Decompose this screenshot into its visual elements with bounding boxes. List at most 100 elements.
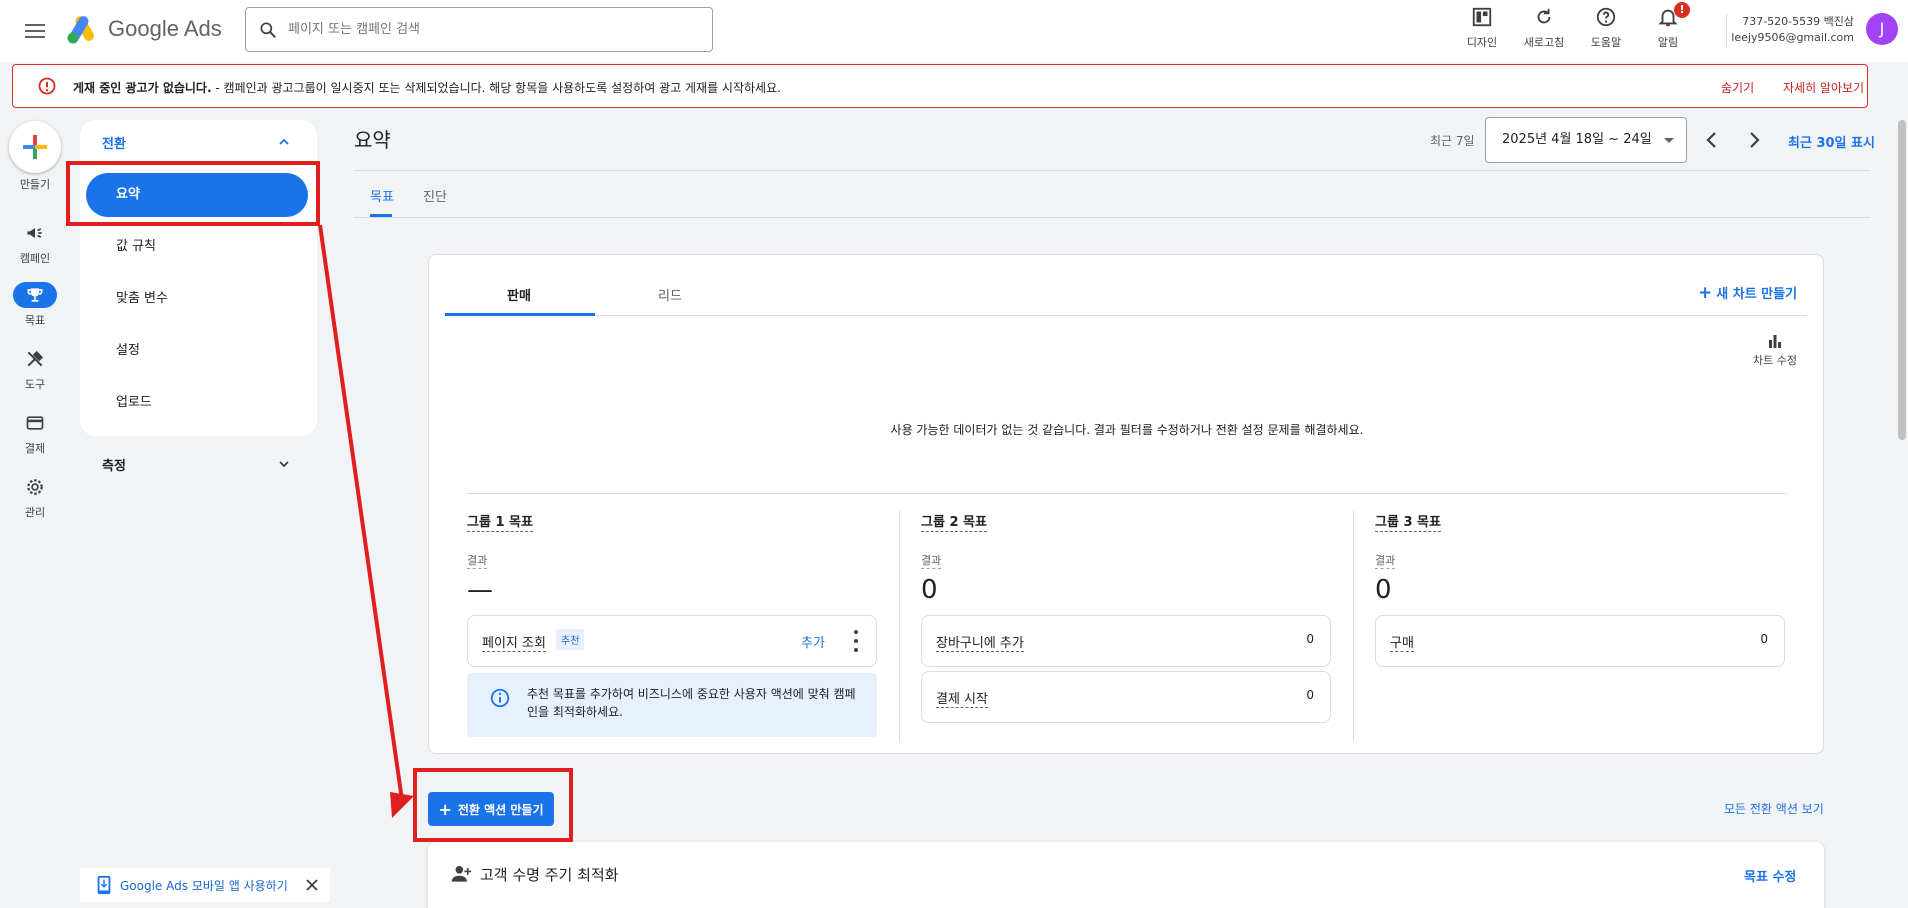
google-ads-logo[interactable]: Google Ads bbox=[66, 14, 222, 44]
card-tabs-rule bbox=[445, 315, 1807, 316]
search-box[interactable] bbox=[245, 7, 713, 52]
design-icon bbox=[1472, 7, 1492, 27]
account-email: leejy9506@gmail.com bbox=[1731, 31, 1854, 44]
date-range-value: 2025년 4월 18일 ~ 24일 bbox=[1502, 132, 1652, 147]
gear-icon bbox=[27, 479, 43, 495]
page-title: 요약 bbox=[354, 128, 391, 152]
goal-row[interactable]: 장바구니에 추가 0 bbox=[921, 615, 1331, 667]
goal-name: 결제 시작 bbox=[936, 688, 988, 708]
no-data-message: 사용 가능한 데이터가 없는 것 같습니다. 결과 필터를 수정하거나 전환 설… bbox=[890, 423, 1364, 437]
bar-chart-icon bbox=[1769, 335, 1781, 348]
date-range-label: 최근 7일 bbox=[1430, 134, 1475, 148]
new-chart-button[interactable]: + 새 차트 만들기 bbox=[1698, 283, 1797, 303]
alert-learn-more-link[interactable]: 자세히 알아보기 bbox=[1783, 79, 1864, 96]
design-button[interactable]: 디자인 bbox=[1460, 4, 1504, 50]
rail-item-billing[interactable]: 결제 bbox=[0, 410, 70, 456]
caret-down-icon bbox=[1664, 138, 1674, 143]
error-icon bbox=[38, 77, 56, 95]
rail-item-admin[interactable]: 관리 bbox=[0, 474, 70, 520]
goal-add-button[interactable]: 추가 bbox=[801, 632, 825, 651]
goal-group-sub: 결과 bbox=[921, 554, 942, 569]
date-range-select[interactable]: 2025년 4월 18일 ~ 24일 bbox=[1485, 117, 1687, 163]
top-app-bar: Google Ads 디자인 새로고침 도움말 ! 알림 737-520-553… bbox=[0, 0, 1908, 62]
rail-item-goals[interactable]: 목표 bbox=[0, 282, 70, 328]
top-actions: 디자인 새로고침 도움말 ! 알림 bbox=[1460, 2, 1690, 50]
rail-label-campaigns: 캠페인 bbox=[19, 252, 51, 265]
goal-row[interactable]: 결제 시작 0 bbox=[921, 671, 1331, 723]
notifications-label: 알림 bbox=[1657, 36, 1679, 49]
goal-row[interactable]: 페이지 조회 추천 추가 bbox=[467, 615, 877, 667]
edit-chart-button[interactable]: 차트 수정 bbox=[1747, 333, 1803, 368]
chevron-right-icon[interactable] bbox=[1742, 128, 1766, 152]
rail-item-campaigns[interactable]: 캠페인 bbox=[0, 220, 70, 266]
subnav-item-settings[interactable]: 설정 bbox=[86, 329, 308, 373]
goal-group-2: 그룹 2 목표 결과 0 bbox=[921, 511, 1331, 605]
goal-group-value: 0 bbox=[1375, 575, 1392, 605]
menu-icon[interactable] bbox=[22, 18, 48, 44]
chevron-left-icon[interactable] bbox=[1700, 128, 1724, 152]
goal-group-title[interactable]: 그룹 1 목표 bbox=[467, 511, 533, 532]
card-tab-leads[interactable]: 리드 bbox=[658, 285, 682, 304]
subnav-section-title[interactable]: 전환 bbox=[102, 133, 126, 152]
tab-goals[interactable]: 목표 bbox=[370, 186, 394, 205]
edit-goals-link[interactable]: 목표 수정 bbox=[1744, 866, 1796, 885]
goal-group-title[interactable]: 그룹 2 목표 bbox=[921, 511, 987, 532]
goal-count: 0 bbox=[1306, 688, 1314, 702]
plus-icon bbox=[23, 135, 47, 159]
goal-group-1: 그룹 1 목표 결과 — bbox=[467, 511, 877, 605]
new-chart-label: 새 차트 만들기 bbox=[1716, 287, 1798, 302]
megaphone-icon bbox=[27, 228, 42, 238]
goal-group-value: 0 bbox=[921, 575, 938, 605]
subnav-item-value-rules[interactable]: 값 규칙 bbox=[86, 225, 308, 269]
scrollbar[interactable] bbox=[1898, 120, 1906, 440]
help-button[interactable]: 도움말 bbox=[1584, 4, 1628, 50]
avatar[interactable]: J bbox=[1866, 13, 1898, 45]
rail-label-billing: 결제 bbox=[24, 442, 46, 455]
goal-group-title[interactable]: 그룹 3 목표 bbox=[1375, 511, 1441, 532]
rail-label-tools: 도구 bbox=[24, 378, 46, 391]
alert-title: 게재 중인 광고가 없습니다. bbox=[73, 81, 212, 95]
customer-lifecycle-card: 고객 수명 주기 최적화 목표 수정 bbox=[428, 842, 1824, 908]
more-vert-icon[interactable] bbox=[854, 630, 860, 652]
mobile-app-promo[interactable]: Google Ads 모바일 앱 사용하기 bbox=[80, 868, 330, 902]
tools-icon bbox=[27, 350, 44, 367]
chevron-down-icon[interactable] bbox=[276, 456, 292, 472]
person-add-icon bbox=[451, 865, 472, 882]
card-tab-sales[interactable]: 판매 bbox=[507, 285, 531, 304]
create-button[interactable] bbox=[9, 121, 61, 173]
notifications-button[interactable]: ! 알림 bbox=[1646, 2, 1690, 50]
search-icon bbox=[260, 22, 276, 38]
goal-name: 장바구니에 추가 bbox=[936, 632, 1024, 652]
subnav-item-custom-variables[interactable]: 맞춤 변수 bbox=[86, 277, 308, 321]
goal-group-value: — bbox=[467, 575, 493, 605]
chevron-up-icon[interactable] bbox=[276, 134, 292, 150]
tab-diagnostics[interactable]: 진단 bbox=[423, 186, 447, 205]
account-info[interactable]: 737-520-5539 백진삼 leejy9506@gmail.com bbox=[1730, 14, 1854, 46]
last-30-days-link[interactable]: 최근 30일 표시 bbox=[1788, 132, 1875, 151]
alert-banner: 게재 중인 광고가 없습니다. - 캠페인과 광고그룹이 일시중지 또는 삭제되… bbox=[12, 64, 1868, 108]
rail-item-tools[interactable]: 도구 bbox=[0, 346, 70, 392]
trophy-icon bbox=[27, 288, 43, 302]
all-conversion-actions-link[interactable]: 모든 전환 액션 보기 bbox=[1724, 800, 1824, 817]
plus-icon: + bbox=[1698, 283, 1713, 303]
rail-label-goals: 목표 bbox=[24, 314, 46, 327]
subnav-item-uploads[interactable]: 업로드 bbox=[86, 381, 308, 425]
refresh-button[interactable]: 새로고침 bbox=[1522, 4, 1566, 50]
help-label: 도움말 bbox=[1590, 36, 1622, 49]
goal-row[interactable]: 구매 0 bbox=[1375, 615, 1785, 667]
edit-chart-label: 차트 수정 bbox=[1753, 354, 1797, 367]
help-icon bbox=[1596, 7, 1616, 27]
search-input[interactable] bbox=[288, 22, 688, 37]
group-separator bbox=[899, 511, 900, 741]
alert-hide-link[interactable]: 숨기기 bbox=[1721, 79, 1754, 96]
recommendation-info-text: 추천 목표를 추가하여 비즈니스에 중요한 사용자 액션에 맞춰 캠페인을 최적… bbox=[527, 687, 856, 719]
recommendation-info: 추천 목표를 추가하여 비즈니스에 중요한 사용자 액션에 맞춰 캠페인을 최적… bbox=[467, 673, 877, 737]
recommended-chip: 추천 bbox=[556, 629, 585, 650]
google-ads-logo-icon bbox=[67, 16, 94, 44]
credit-card-icon bbox=[26, 416, 44, 430]
design-label: 디자인 bbox=[1466, 36, 1498, 49]
close-icon[interactable] bbox=[306, 879, 318, 891]
lifecycle-title: 고객 수명 주기 최적화 bbox=[480, 866, 619, 884]
summary-card: 판매 리드 + 새 차트 만들기 차트 수정 사용 가능한 데이터가 없는 것 같… bbox=[428, 254, 1824, 754]
subnav-measure-title[interactable]: 측정 bbox=[102, 455, 126, 474]
